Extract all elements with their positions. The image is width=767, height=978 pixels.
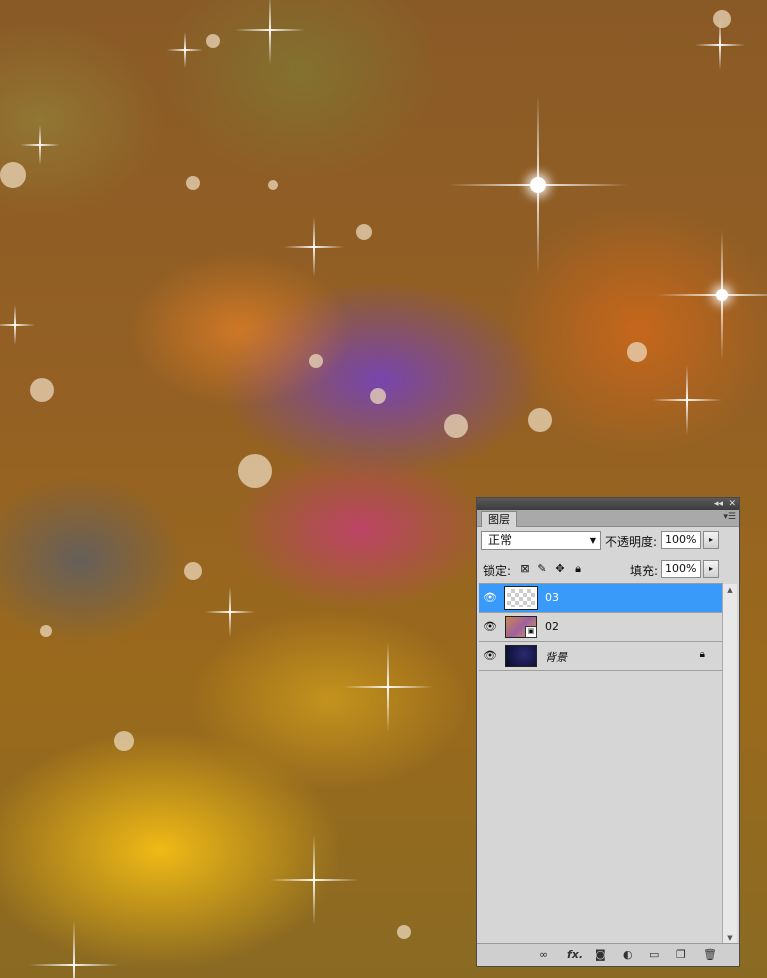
bokeh-dot: [397, 925, 411, 939]
bokeh-dot: [268, 180, 278, 190]
panel-tab-row: 图层 ▾☰: [477, 510, 739, 527]
layer-row-background[interactable]: 👁︎ 背景 🔒︎: [479, 642, 723, 671]
panel-menu-icon[interactable]: ▾☰: [723, 512, 736, 522]
layers-list: 👁︎ 03 👁︎ ▣ 02 👁︎ 背景 🔒︎: [479, 583, 723, 944]
bokeh-dot: [528, 408, 552, 432]
new-layer-icon[interactable]: ❐: [676, 948, 686, 961]
lock-label: 锁定:: [483, 564, 512, 578]
lock-transparent-pixels-icon[interactable]: ⊠: [519, 562, 531, 575]
opacity-input[interactable]: 100%: [661, 531, 701, 549]
visibility-eye-icon[interactable]: 👁︎: [483, 649, 497, 662]
panel-bottom-toolbar: ∞ fx. ◙ ◐ ▭ ❐ 🗑︎: [477, 943, 739, 966]
layer-name[interactable]: 03: [545, 591, 559, 604]
lock-position-icon[interactable]: ✥: [554, 562, 566, 575]
lock-icon: 🔒︎: [699, 649, 705, 660]
lock-all-icon[interactable]: 🔒︎: [572, 562, 584, 576]
fx-icon[interactable]: fx.: [567, 948, 583, 961]
layer-thumbnail: [504, 586, 538, 610]
collapse-icon[interactable]: ◂◂: [714, 498, 723, 510]
chevron-down-icon: ▼: [589, 536, 596, 545]
smart-object-icon: ▣: [525, 626, 537, 638]
layer-name[interactable]: 背景: [545, 649, 567, 665]
bokeh-dot: [370, 388, 386, 404]
layer-name[interactable]: 02: [545, 620, 559, 633]
delete-layer-icon[interactable]: 🗑︎: [703, 948, 717, 961]
layer-row-03[interactable]: 👁︎ 03: [479, 584, 723, 613]
fill-input[interactable]: 100%: [661, 560, 701, 578]
new-group-icon[interactable]: ▭: [649, 948, 659, 961]
panel-titlebar[interactable]: ◂◂ ✕: [477, 498, 739, 510]
star-core: [716, 289, 728, 301]
blend-mode-select[interactable]: 正常 ▼: [481, 531, 601, 550]
layer-row-02[interactable]: 👁︎ ▣ 02: [479, 613, 723, 642]
bokeh-dot: [713, 10, 731, 28]
bokeh-dot: [206, 34, 220, 48]
layer-thumbnail: [505, 645, 537, 667]
opacity-label: 不透明度:: [605, 535, 658, 549]
add-mask-icon[interactable]: ◙: [595, 948, 606, 961]
layers-panel: ◂◂ ✕ 图层 ▾☰ 正常 ▼ 不透明度: 100% ▸ 锁定: ⊠ ✎ ✥ 🔒…: [476, 497, 740, 967]
tab-layers[interactable]: 图层: [481, 511, 517, 527]
blend-mode-value: 正常: [488, 533, 513, 547]
link-layers-icon[interactable]: ∞: [539, 948, 548, 961]
visibility-eye-icon[interactable]: 👁︎: [483, 620, 497, 633]
bokeh-dot: [444, 414, 468, 438]
visibility-eye-icon[interactable]: 👁︎: [483, 591, 497, 604]
bokeh-dot: [40, 625, 52, 637]
bokeh-dot: [30, 378, 54, 402]
scroll-up-icon[interactable]: ▲: [723, 584, 737, 596]
bokeh-dot: [309, 354, 323, 368]
close-icon[interactable]: ✕: [728, 498, 736, 510]
lock-image-pixels-icon[interactable]: ✎: [536, 562, 548, 575]
opacity-slider-button[interactable]: ▸: [703, 531, 719, 549]
fill-label: 填充:: [630, 564, 659, 578]
bokeh-dot: [186, 176, 200, 190]
bokeh-dot: [356, 224, 372, 240]
bokeh-dot: [238, 454, 272, 488]
star-core: [530, 177, 546, 193]
bokeh-dot: [114, 731, 134, 751]
adjustment-layer-icon[interactable]: ◐: [623, 948, 633, 961]
fill-slider-button[interactable]: ▸: [703, 560, 719, 578]
bokeh-dot: [184, 562, 202, 580]
layers-scrollbar[interactable]: ▲ ▼: [722, 584, 737, 944]
bokeh-dot: [627, 342, 647, 362]
bokeh-dot: [0, 162, 26, 188]
